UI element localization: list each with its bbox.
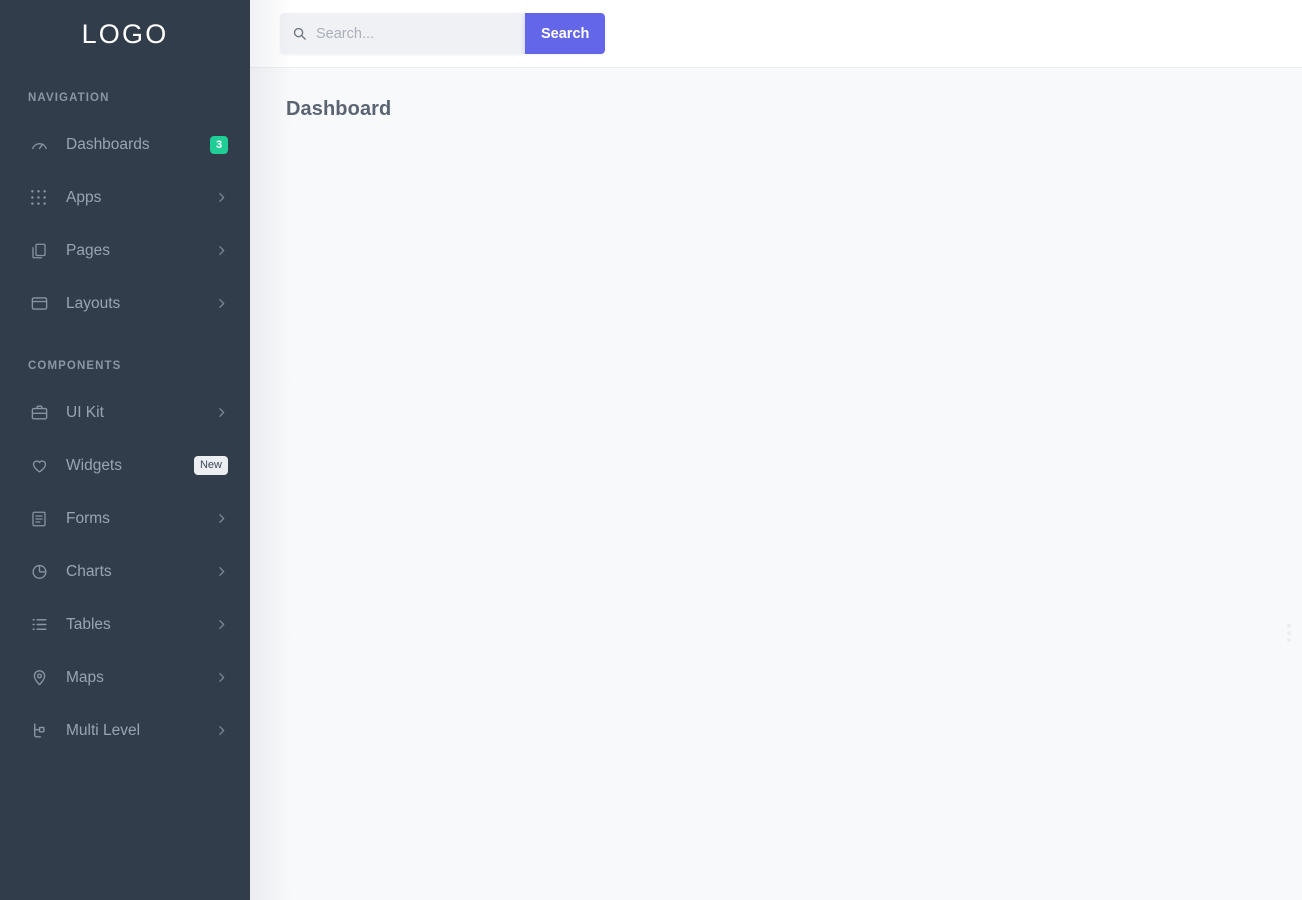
sidebar-item-label: Pages bbox=[66, 241, 110, 259]
sidebar-item-label: Tables bbox=[66, 615, 111, 633]
sidebar-item-forms[interactable]: Forms bbox=[0, 492, 250, 545]
list-icon bbox=[30, 615, 56, 634]
briefcase-icon bbox=[30, 403, 56, 422]
search-button[interactable]: Search bbox=[525, 13, 606, 54]
sidebar-item-maps[interactable]: Maps bbox=[0, 651, 250, 704]
sidebar-nav-list-components: UI Kit Widgets New Forms Charts Tables M… bbox=[0, 386, 250, 757]
sidebar-item-label: Charts bbox=[66, 562, 112, 580]
pie-chart-icon bbox=[30, 562, 56, 581]
sidebar-item-ui-kit[interactable]: UI Kit bbox=[0, 386, 250, 439]
chevron-right-icon bbox=[215, 724, 228, 737]
form-document-icon bbox=[30, 510, 56, 528]
gauge-icon bbox=[30, 135, 56, 154]
search-group: Search bbox=[280, 13, 606, 54]
status-badge: 3 bbox=[210, 135, 228, 154]
status-badge: New bbox=[193, 456, 228, 475]
tree-branch-icon bbox=[30, 721, 56, 740]
search-input[interactable] bbox=[316, 14, 506, 53]
content-area: Dashboard bbox=[250, 68, 1302, 900]
grid-dots-icon bbox=[30, 189, 56, 206]
logo[interactable]: LOGO bbox=[0, 0, 250, 68]
chevron-right-icon bbox=[215, 618, 228, 631]
sidebar-item-charts[interactable]: Charts bbox=[0, 545, 250, 598]
window-layout-icon bbox=[30, 294, 56, 313]
sidebar-item-label: Apps bbox=[66, 188, 102, 206]
chevron-right-icon bbox=[215, 244, 228, 257]
page-title: Dashboard bbox=[286, 98, 392, 120]
sidebar-item-label: UI Kit bbox=[66, 403, 104, 421]
logo-text: LOGO bbox=[81, 18, 169, 49]
drag-handle-dot bbox=[1287, 631, 1291, 635]
drag-handle-dot bbox=[1287, 624, 1291, 628]
heart-icon bbox=[30, 456, 56, 475]
copy-files-icon bbox=[30, 242, 56, 260]
sidebar-item-label: Layouts bbox=[66, 294, 121, 312]
sidebar-item-label: Forms bbox=[66, 509, 110, 527]
main-area: Search Dashboard bbox=[250, 0, 1302, 900]
drag-handle[interactable] bbox=[1287, 624, 1295, 642]
sidebar-nav-list-navigation: Dashboards 3 Apps Pages Layouts bbox=[0, 118, 250, 330]
sidebar-item-label: Widgets bbox=[66, 456, 122, 474]
chevron-right-icon bbox=[215, 297, 228, 310]
app-root: LOGO NAVIGATION Dashboards 3 Apps Pages … bbox=[0, 0, 1302, 900]
chevron-right-icon bbox=[215, 191, 228, 204]
sidebar-item-apps[interactable]: Apps bbox=[0, 171, 250, 224]
sidebar-item-multi-level[interactable]: Multi Level bbox=[0, 704, 250, 757]
search-icon bbox=[292, 26, 307, 41]
sidebar-item-label: Dashboards bbox=[66, 135, 150, 153]
chevron-right-icon bbox=[215, 671, 228, 684]
sidebar-item-label: Maps bbox=[66, 668, 104, 686]
sidebar: LOGO NAVIGATION Dashboards 3 Apps Pages … bbox=[0, 0, 250, 900]
sidebar-item-widgets[interactable]: Widgets New bbox=[0, 439, 250, 492]
sidebar-item-layouts[interactable]: Layouts bbox=[0, 277, 250, 330]
topbar: Search bbox=[250, 0, 1302, 68]
sidebar-section-label-navigation: NAVIGATION bbox=[28, 92, 110, 104]
sidebar-item-pages[interactable]: Pages bbox=[0, 224, 250, 277]
search-field[interactable] bbox=[280, 13, 525, 54]
sidebar-item-dashboards[interactable]: Dashboards 3 bbox=[0, 118, 250, 171]
sidebar-section-label-components: COMPONENTS bbox=[28, 360, 122, 372]
map-pin-icon bbox=[30, 668, 56, 687]
sidebar-item-label: Multi Level bbox=[66, 721, 141, 739]
chevron-right-icon bbox=[215, 565, 228, 578]
chevron-right-icon bbox=[215, 512, 228, 525]
chevron-right-icon bbox=[215, 406, 228, 419]
drag-handle-dot bbox=[1287, 638, 1291, 642]
sidebar-item-tables[interactable]: Tables bbox=[0, 598, 250, 651]
